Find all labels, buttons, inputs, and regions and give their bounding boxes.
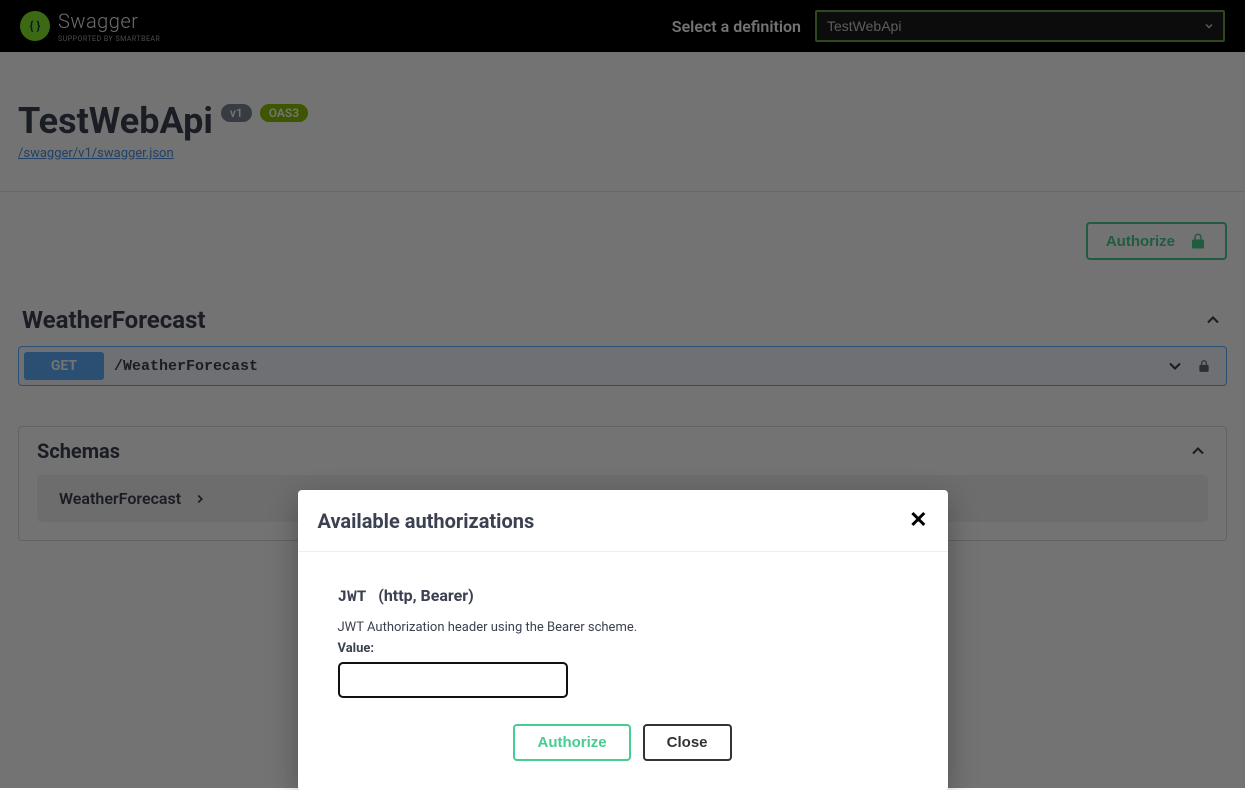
auth-scheme-name: JWT	[338, 588, 367, 606]
modal-overlay[interactable]: Available authorizations ✕ JWT (http, Be…	[0, 0, 1245, 788]
close-icon[interactable]: ✕	[909, 508, 927, 533]
auth-value-label: Value:	[338, 641, 908, 656]
modal-authorize-button[interactable]: Authorize	[513, 724, 630, 761]
modal-close-button[interactable]: Close	[643, 724, 732, 761]
auth-value-input[interactable]	[338, 662, 568, 698]
auth-scheme-type: (http, Bearer)	[378, 586, 474, 605]
modal-title: Available authorizations	[318, 509, 535, 533]
authorization-modal: Available authorizations ✕ JWT (http, Be…	[298, 490, 948, 790]
auth-scheme-description: JWT Authorization header using the Beare…	[338, 620, 908, 635]
